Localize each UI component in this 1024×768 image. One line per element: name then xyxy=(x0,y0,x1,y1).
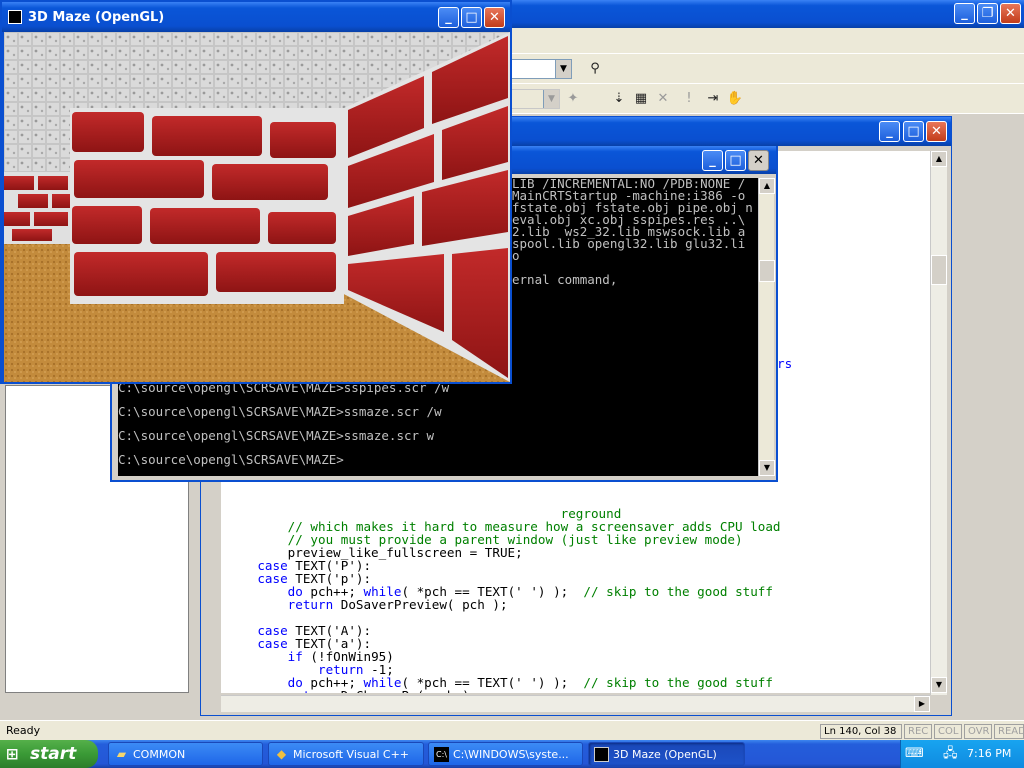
console-vertical-scrollbar[interactable]: ▲ ▼ xyxy=(758,178,775,476)
task-label: C:\WINDOWS\syste... xyxy=(453,748,569,761)
status-rec: REC xyxy=(904,724,932,739)
maze-3d-view[interactable] xyxy=(4,32,510,382)
task-3d-maze[interactable]: 3D Maze (OpenGL) xyxy=(588,742,745,766)
task-visual-cpp[interactable]: ◆ Microsoft Visual C++ xyxy=(268,742,424,766)
status-read: READ xyxy=(994,724,1024,739)
toolbar-row-2: ▼ ✦ ⇣ ▦ ✕ ! ⇥ ✋ xyxy=(510,84,1024,114)
vc-restore-button[interactable]: ❐ xyxy=(977,3,998,24)
status-bar: Ready Ln 140, Col 38 REC COL OVR READ xyxy=(0,720,1024,740)
console-maximize-button[interactable]: □ xyxy=(725,150,746,171)
vc-title-bar[interactable]: _ ❐ ✕ xyxy=(510,0,1024,28)
visual-cpp-icon: ◆ xyxy=(276,747,287,761)
keyboard-icon[interactable]: ⌨ xyxy=(905,740,924,768)
console-icon: C:\ xyxy=(434,747,449,762)
code-lines: reground // which makes it hard to measu… xyxy=(227,507,780,693)
console-line: C:\source\opengl\SCRSAVE\MAZE>ssmaze.scr… xyxy=(118,428,435,443)
code-peek-text: rs xyxy=(777,356,793,371)
task-label: COMMON xyxy=(133,748,186,761)
taskbar: ⊞ start ▰ COMMON ◆ Microsoft Visual C++ … xyxy=(0,740,1024,768)
toolbar-row-1: ▼ ⚲ xyxy=(510,54,1024,84)
status-ready: Ready xyxy=(6,724,41,737)
console-minimize-button[interactable]: _ xyxy=(702,150,723,171)
go-icon[interactable]: ⇥ xyxy=(704,90,722,108)
compile-icon[interactable]: ⇣ xyxy=(610,90,628,108)
breakpoint-hand-icon[interactable]: ✋ xyxy=(726,90,744,108)
opengl-icon xyxy=(8,10,22,24)
maze-title-bar[interactable]: 3D Maze (OpenGL) _ □ ✕ xyxy=(2,2,510,32)
execute-icon[interactable]: ! xyxy=(680,90,698,108)
start-label: start xyxy=(30,744,77,764)
code-line: return DoSaverPreview( pch ); xyxy=(287,597,508,612)
editor-minimize-button[interactable]: _ xyxy=(879,121,900,142)
build-icon[interactable]: ▦ xyxy=(632,90,650,108)
scroll-down-icon[interactable]: ▼ xyxy=(931,677,947,693)
task-console[interactable]: C:\ C:\WINDOWS\syste... xyxy=(428,742,583,766)
scroll-down-icon[interactable]: ▼ xyxy=(759,460,775,476)
wand-icon[interactable]: ✦ xyxy=(564,90,582,108)
maze-maximize-button[interactable]: □ xyxy=(461,7,482,28)
maze-minimize-button[interactable]: _ xyxy=(438,7,459,28)
console-line: C:\source\opengl\SCRSAVE\MAZE> xyxy=(118,452,344,467)
console-close-button[interactable]: ✕ xyxy=(748,150,769,171)
scroll-right-icon[interactable]: ▶ xyxy=(914,696,930,712)
opengl-icon xyxy=(594,747,609,762)
chevron-down-icon[interactable]: ▼ xyxy=(555,60,571,78)
folder-icon: ▰ xyxy=(116,747,127,761)
network-icon[interactable]: 🖧 xyxy=(943,740,958,768)
config-combo[interactable]: ▼ xyxy=(510,89,560,109)
maze-window: 3D Maze (OpenGL) _ □ ✕ xyxy=(0,0,512,384)
maze-title: 3D Maze (OpenGL) xyxy=(28,10,165,25)
scroll-up-icon[interactable]: ▲ xyxy=(931,151,947,167)
status-ovr: OVR xyxy=(964,724,992,739)
scroll-thumb[interactable] xyxy=(931,255,947,285)
vc-close-button[interactable]: ✕ xyxy=(1000,3,1021,24)
menu-row xyxy=(510,28,1024,54)
system-tray: ⌨ 🖧 7:16 PM xyxy=(900,740,1024,768)
task-label: Microsoft Visual C++ xyxy=(293,748,410,761)
maze-scene xyxy=(4,32,510,382)
editor-horizontal-scrollbar[interactable]: ▶ xyxy=(221,695,930,712)
vc-minimize-button[interactable]: _ xyxy=(954,3,975,24)
stop-build-icon[interactable]: ✕ xyxy=(654,90,672,108)
scroll-up-icon[interactable]: ▲ xyxy=(759,178,775,194)
windows-logo-icon: ⊞ xyxy=(6,745,19,763)
editor-maximize-button[interactable]: □ xyxy=(903,121,924,142)
console-line: C:\source\opengl\SCRSAVE\MAZE>ssmaze.scr… xyxy=(118,404,442,419)
scroll-thumb[interactable] xyxy=(759,260,775,282)
editor-vertical-scrollbar[interactable]: ▲ ▼ xyxy=(930,151,947,695)
chevron-down-icon[interactable]: ▼ xyxy=(543,90,559,108)
clock[interactable]: 7:16 PM xyxy=(967,740,1011,768)
maze-close-button[interactable]: ✕ xyxy=(484,7,505,28)
task-label: 3D Maze (OpenGL) xyxy=(613,748,717,761)
status-col: COL xyxy=(934,724,962,739)
binoculars-icon[interactable]: ⚲ xyxy=(586,60,604,78)
find-combo[interactable]: ▼ xyxy=(510,59,572,79)
editor-close-button[interactable]: ✕ xyxy=(926,121,947,142)
status-line-col: Ln 140, Col 38 xyxy=(820,724,902,739)
start-button[interactable]: ⊞ start xyxy=(0,740,98,768)
task-common[interactable]: ▰ COMMON xyxy=(108,742,263,766)
